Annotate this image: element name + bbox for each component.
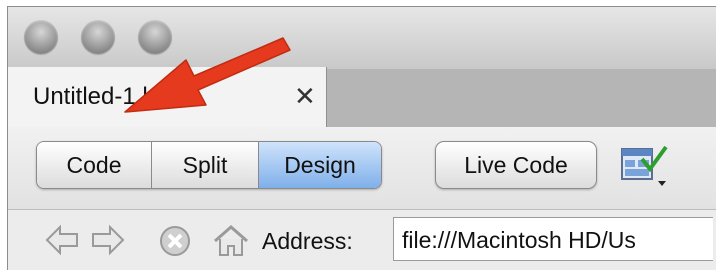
minimize-window-button[interactable] [81,20,115,54]
code-view-button[interactable]: Code [37,142,152,188]
close-tab-icon[interactable]: ✕ [294,81,316,112]
live-code-button[interactable]: Live Code [435,141,597,189]
document-tab-strip: Untitled-1.html* ✕ [8,67,716,128]
close-window-button[interactable] [24,20,58,54]
address-value: file:///Macintosh HD/Us [402,227,636,253]
design-view-button[interactable]: Design [259,142,381,188]
back-arrow-icon[interactable] [44,224,80,256]
address-input[interactable]: file:///Macintosh HD/Us [393,217,713,261]
home-icon[interactable] [212,224,250,258]
tab-title: Untitled-1.html* [33,83,198,110]
title-bar [8,7,716,69]
split-view-button[interactable]: Split [152,142,259,188]
stop-icon[interactable] [158,224,192,258]
view-mode-segmented-control: Code Split Design [36,141,382,189]
zoom-window-button[interactable] [138,20,172,54]
address-label: Address: [262,228,353,254]
forward-arrow-icon[interactable] [90,224,126,256]
document-tab[interactable]: Untitled-1.html* ✕ [8,67,327,127]
document-toolbar: Code Split Design Live Code [8,127,716,210]
visual-aids-icon[interactable] [620,145,670,189]
